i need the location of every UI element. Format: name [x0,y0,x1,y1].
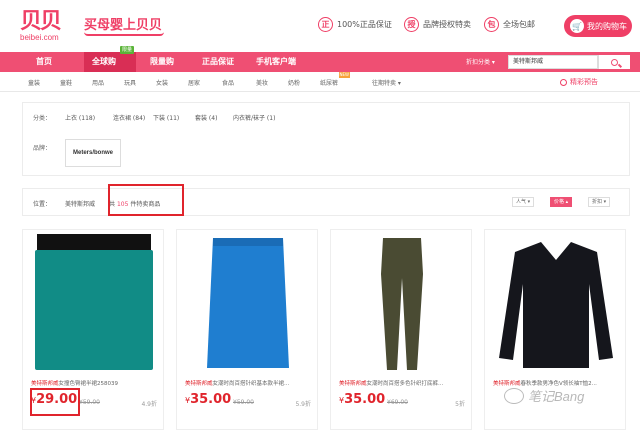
product-title[interactable]: 美特斯邦威女潮时尚百搭多色针织打底裤... [339,379,465,387]
cart-button[interactable]: 🛒 我的购物车 [564,15,632,37]
category-option[interactable]: 连衣裙 (84) [113,113,145,122]
product-brand: 美特斯邦威 [339,381,367,387]
subnav-item-diapers[interactable]: 纸尿裤 NEW [320,72,351,87]
original-price: ¥59.00 [233,399,254,406]
category-option[interactable]: 内衣裤/袜子 (1) [233,113,275,122]
clock-icon [560,78,567,86]
nav-mobile-app[interactable]: 手机客户端 [248,52,304,72]
original-price: ¥59.00 [79,399,100,406]
product-name: 女潮时尚百搭针织基本款半裙... [212,381,290,387]
product-price: ¥35.00 [339,392,385,407]
authentic-icon: 正 [318,17,333,32]
promise-free-shipping: 包 全场包邮 [484,17,535,32]
price-highlight-annotation [30,388,80,416]
product-name: 女潮时尚百搭多色针织打底裤... [366,381,444,387]
subnav-label: 纸尿裤 [320,80,339,87]
sort-popularity-button[interactable]: 人气 ▾ [512,197,535,207]
search-button[interactable] [598,55,630,69]
watermark-text: 笔记Bang [528,389,585,404]
product-title[interactable]: 美特斯邦威女撞色臀裙半裙258039 [31,379,157,387]
subnav-item[interactable]: 美妆 [256,78,268,87]
nav-home[interactable]: 首页 [28,52,60,72]
category-option[interactable]: 套装 (4) [195,113,217,122]
product-price: ¥35.00 [185,392,231,407]
category-option[interactable]: 上衣 (118) [65,113,95,122]
product-card[interactable]: 美特斯邦威女潮时尚百搭多色针织打底裤... ¥35.00 ¥69.00 5折 [330,229,472,430]
promise-label: 品牌授权特卖 [423,20,471,29]
discount-label: 4.9折 [141,401,157,408]
preview-link[interactable]: 精彩预告 [560,77,598,87]
slogan: 买母婴上贝贝 [84,18,163,33]
subnav-past-sales-dropdown[interactable]: 往期特卖 ▾ [372,78,401,87]
product-name: 女撞色臀裙半裙258039 [58,381,119,387]
subnav-item[interactable]: 食品 [222,78,234,87]
discount-label: 5.9折 [295,401,311,408]
subnav-item[interactable]: 童鞋 [60,78,72,87]
product-brand: 美特斯邦威 [185,381,213,387]
nav-badge: 限量 [119,46,134,54]
product-image[interactable] [493,234,619,374]
category-option[interactable]: 下装 (11) [153,113,179,122]
wechat-icon [504,387,524,404]
subnav-item[interactable]: 居家 [188,78,200,87]
category-subnav: 童装 童鞋 用品 玩具 女装 居家 食品 美妆 奶粉 纸尿裤 NEW 往期特卖 … [0,72,640,92]
nav-global-purchase[interactable]: 全球购 限量 [84,46,136,72]
price-value: 35.00 [190,392,232,407]
category-filter-label: 分类： [33,115,52,122]
site-header: 贝贝 beibei.com 买母婴上贝贝 正 100%正品保证 授 品牌授权特卖… [0,0,640,52]
free-shipping-icon: 包 [484,17,499,32]
brand-option[interactable]: Meters/bonwe [65,139,121,167]
product-image[interactable] [339,234,465,374]
filter-panel: 分类： 上衣 (118) 连衣裙 (84) 下装 (11) 套装 (4) 内衣裤… [22,102,630,176]
original-price: ¥69.00 [387,399,408,406]
cart-label: 我的购物车 [587,21,627,31]
promise-label: 100%正品保证 [337,20,392,29]
promise-authorized: 授 品牌授权特卖 [404,17,471,32]
brand-filter-label: 品牌： [33,145,52,152]
slogan-underline [84,32,164,36]
promise-label: 全场包邮 [503,20,535,29]
subnav-item[interactable]: 玩具 [124,78,136,87]
location-value[interactable]: 美特斯邦威 [65,199,95,208]
new-badge: NEW [338,72,351,78]
authorized-icon: 授 [404,17,419,32]
promise-authentic: 正 100%正品保证 [318,17,392,32]
product-brand: 美特斯邦威 [31,381,59,387]
product-title[interactable]: 美特斯邦威女潮时尚百搭针织基本款半裙... [185,379,311,387]
highlight-annotation [108,184,184,216]
search-category-dropdown[interactable]: 折扣分类 ▾ [466,57,495,66]
main-nav: 首页 全球购 限量 限量购 正品保证 手机客户端 折扣分类 ▾ 美特斯邦威 [0,46,640,72]
site-logo[interactable]: 贝贝 beibei.com [20,9,74,47]
product-card[interactable]: 美特斯邦威女潮时尚百搭针织基本款半裙... ¥35.00 ¥59.00 5.9折 [176,229,318,430]
discount-label: 5折 [455,401,465,408]
logo-glyph: 贝贝 [20,8,62,34]
watermark: 笔记Bang [504,386,584,405]
subnav-item[interactable]: 童装 [28,78,40,87]
logo-domain: beibei.com [20,33,59,42]
location-label: 位置： [33,201,52,208]
sort-price-button[interactable]: 价格 ▴ [550,197,573,207]
subnav-item[interactable]: 用品 [92,78,104,87]
search-icon [611,58,618,66]
cart-icon: 🛒 [570,19,584,33]
subnav-item[interactable]: 奶粉 [288,78,300,87]
preview-label: 精彩预告 [570,78,598,86]
nav-limited[interactable]: 限量购 [142,52,182,72]
nav-label: 全球购 [92,57,116,66]
search-input[interactable]: 美特斯邦威 [508,55,598,69]
product-image[interactable] [185,234,311,374]
sort-discount-button[interactable]: 折扣 ▾ [588,197,611,207]
subnav-item[interactable]: 女装 [156,78,168,87]
product-image[interactable] [31,234,157,374]
nav-authentic[interactable]: 正品保证 [194,52,242,72]
price-value: 35.00 [344,392,386,407]
